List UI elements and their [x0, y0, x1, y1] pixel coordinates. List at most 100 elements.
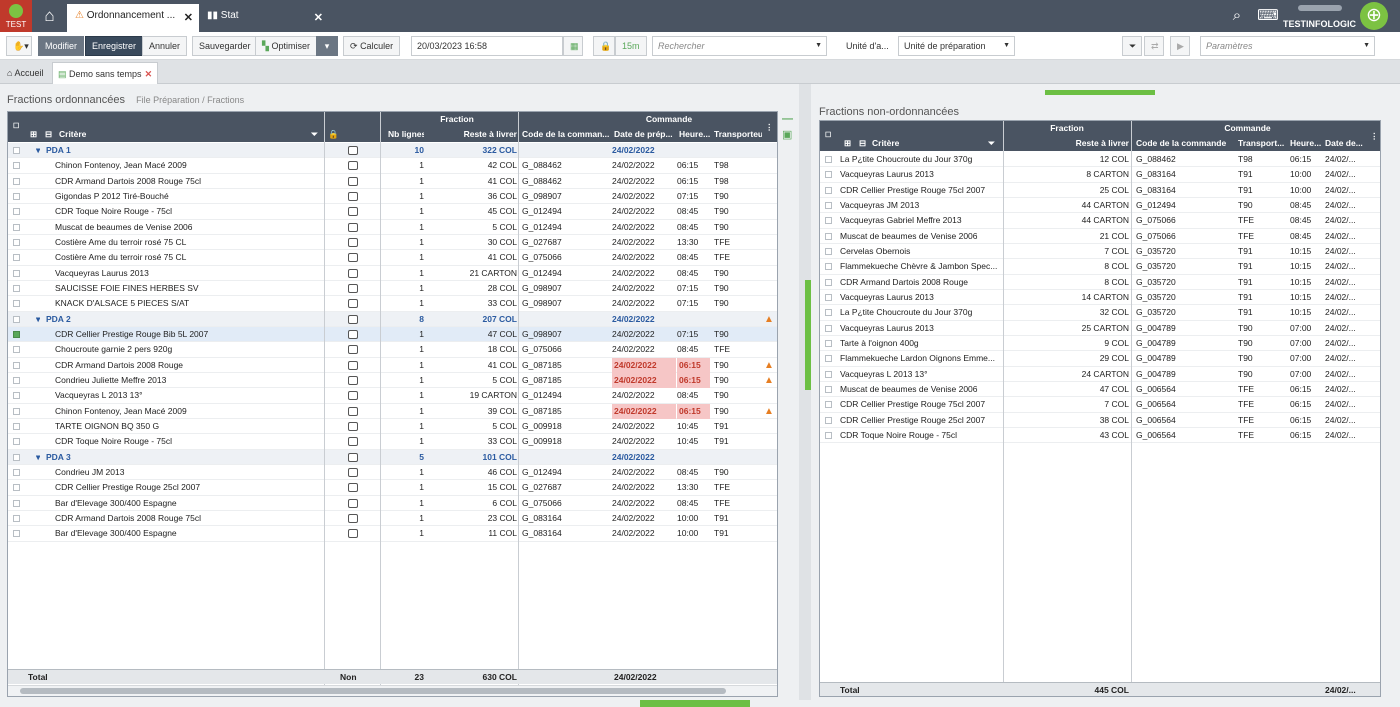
row-checkbox[interactable]: [825, 431, 832, 439]
table-row[interactable]: CDR Toque Noire Rouge - 75cl 43 COL G_0065…: [820, 428, 1380, 444]
table-row[interactable]: KNACK D'ALSACE 5 PIECES S/AT 1 33 COL G_098…: [8, 296, 777, 312]
table-row[interactable]: Chinon Fontenoy, Jean Macé 2009 1 42 COL G_…: [8, 158, 777, 174]
row-checkbox[interactable]: [13, 530, 20, 538]
chevron-down-icon[interactable]: ▾: [36, 450, 40, 465]
table-row[interactable]: Muscat de beaumes de Venise 2006 1 5 COL G_…: [8, 220, 777, 235]
column-nb-lignes[interactable]: Nb lignes: [388, 127, 424, 142]
row-checkbox[interactable]: [13, 468, 20, 476]
table-row[interactable]: CDR Cellier Prestige Rouge Bib 5L 2007 1 4…: [8, 326, 777, 343]
column-code[interactable]: Code de la commande: [1136, 136, 1236, 151]
row-checkbox[interactable]: [13, 407, 20, 415]
lock-checkbox[interactable]: [348, 360, 358, 370]
annuler-button[interactable]: Annuler: [142, 36, 188, 56]
splitter-handle[interactable]: [805, 280, 811, 390]
collapse-all-icon[interactable]: —: [782, 113, 796, 125]
row-checkbox[interactable]: [825, 232, 832, 240]
tab-demo-sans-temps[interactable]: ▤ Demo sans temps ✕: [52, 62, 159, 84]
column-reste[interactable]: Reste à livrer: [436, 127, 517, 142]
lock-checkbox[interactable]: [348, 513, 358, 523]
table-row[interactable]: Bar d'Elevage 300/400 Espagne 1 6 COL G_075…: [8, 496, 777, 511]
row-checkbox[interactable]: [825, 401, 832, 409]
table-row[interactable]: Vacqueyras Laurus 2013 1 21 CARTON G_012494…: [8, 266, 777, 281]
close-tab-icon[interactable]: ✕: [314, 11, 323, 24]
lock-checkbox[interactable]: [348, 268, 358, 278]
lock-checkbox[interactable]: [348, 483, 358, 493]
table-row[interactable]: SAUCISSE FOIE FINES HERBES SV 1 28 COL G_09…: [8, 281, 777, 297]
table-row[interactable]: Vacqueyras Laurus 2013 25 CARTON G_004789 T…: [820, 321, 1380, 336]
select-all-checkbox[interactable]: ☐: [825, 128, 831, 143]
table-row[interactable]: CDR Toque Noire Rouge - 75cl 1 33 COL G_009…: [8, 434, 777, 450]
lock-checkbox[interactable]: [348, 452, 358, 462]
row-checkbox[interactable]: [825, 355, 832, 363]
column-transport[interactable]: Transporteu: [714, 127, 762, 142]
close-icon[interactable]: ✕: [145, 69, 153, 79]
table-row[interactable]: CDR Armand Dartois 2008 Rouge 75cl 1 23 CO…: [8, 511, 777, 527]
table-row[interactable]: CDR Armand Dartois 2008 Rouge 8 COL G_0357…: [820, 275, 1380, 290]
row-checkbox[interactable]: [825, 293, 832, 301]
table-row[interactable]: Choucroute garnie 2 pers 920g 1 18 COL G_07…: [8, 342, 777, 358]
table-row[interactable]: Bar d'Elevage 300/400 Espagne 1 11 COL G_08…: [8, 526, 777, 542]
row-checkbox[interactable]: [825, 385, 832, 393]
table-row[interactable]: La P¿tite Choucroute du Jour 370g 12 COL G…: [820, 152, 1380, 168]
row-checkbox[interactable]: [825, 309, 832, 317]
table-row[interactable]: Chinon Fontenoy, Jean Macé 2009 1 39 COL G_…: [8, 403, 777, 419]
modifier-button[interactable]: Modifier: [38, 36, 85, 56]
horizontal-scrollbar[interactable]: [8, 685, 777, 696]
row-checkbox[interactable]: [825, 217, 832, 225]
group-row[interactable]: ▾ PDA 2 8 207 COL 24/02/2022 ▲: [8, 311, 777, 327]
lock-checkbox[interactable]: [348, 161, 358, 171]
row-checkbox[interactable]: [13, 330, 20, 338]
row-checkbox[interactable]: [13, 376, 20, 384]
column-menu-icon[interactable]: ⋮: [765, 120, 774, 135]
row-checkbox[interactable]: [825, 416, 832, 424]
table-row[interactable]: Muscat de beaumes de Venise 2006 21 COL G_…: [820, 229, 1380, 244]
table-row[interactable]: Muscat de beaumes de Venise 2006 47 COL G_…: [820, 382, 1380, 398]
table-row[interactable]: Flammekueche Chèvre & Jambon Spec... 8 CO…: [820, 259, 1380, 275]
chevron-down-icon[interactable]: ▾: [36, 143, 40, 158]
lock-checkbox[interactable]: [348, 406, 358, 416]
row-checkbox[interactable]: [13, 453, 20, 461]
date-input[interactable]: 20/03/2023 16:58: [411, 36, 563, 56]
column-critere[interactable]: Critère: [872, 136, 899, 151]
table-row[interactable]: Vacqueyras Laurus 2013 14 CARTON G_035720 T…: [820, 290, 1380, 306]
calendar-icon[interactable]: ▦: [563, 36, 583, 56]
row-checkbox[interactable]: [13, 499, 20, 507]
row-checkbox[interactable]: [825, 247, 832, 255]
tab-stat[interactable]: ▮▮ Stat ✕: [199, 4, 329, 32]
search-input[interactable]: Rechercher ▼: [652, 36, 827, 56]
lock-icon[interactable]: 🔒: [328, 127, 339, 142]
row-checkbox[interactable]: [825, 156, 832, 163]
table-row[interactable]: CDR Toque Noire Rouge - 75cl 1 45 COL G_012…: [8, 204, 777, 220]
lock-checkbox[interactable]: [348, 345, 358, 355]
lock-checkbox[interactable]: [348, 329, 358, 339]
table-row[interactable]: Vacqueyras JM 2013 44 CARTON G_012494 T90 08…: [820, 198, 1380, 214]
bottom-handle[interactable]: [640, 700, 750, 707]
optimiser-dropdown[interactable]: ▾: [316, 36, 338, 56]
enregistrer-button[interactable]: Enregistrer: [85, 36, 144, 56]
table-row[interactable]: Flammekueche Lardon Oignons Emme... 29 CO…: [820, 351, 1380, 367]
table-row[interactable]: CDR Armand Dartois 2008 Rouge 1 41 COL G_08…: [8, 357, 777, 373]
lock-checkbox[interactable]: [348, 314, 358, 324]
lock-checkbox[interactable]: [348, 237, 358, 247]
globe-icon[interactable]: ⊕: [1360, 2, 1388, 30]
params-select[interactable]: Paramètres ▼: [1200, 36, 1375, 56]
lock-checkbox[interactable]: [348, 529, 358, 539]
row-checkbox[interactable]: [825, 324, 832, 332]
table-row[interactable]: Costière Ame du terroir rosé 75 CL 1 30 CO…: [8, 235, 777, 251]
table-row[interactable]: CDR Cellier Prestige Rouge 75cl 2007 25 C…: [820, 183, 1380, 198]
row-checkbox[interactable]: [13, 177, 20, 185]
row-checkbox[interactable]: [13, 514, 20, 522]
table-row[interactable]: Cervelas Obernois 7 COL G_035720 T91 10:15 24…: [820, 244, 1380, 260]
table-row[interactable]: Condrieu Juliette Meffre 2013 1 5 COL G_087…: [8, 372, 777, 389]
column-date[interactable]: Date de...: [1325, 136, 1363, 151]
table-row[interactable]: TARTE OIGNON BQ 350 G 1 5 COL G_009918 24/02…: [8, 419, 777, 435]
filter-icon[interactable]: ⏷: [311, 127, 318, 142]
row-checkbox[interactable]: [825, 201, 832, 209]
sync-icon[interactable]: ⇄: [1144, 36, 1164, 56]
vertical-splitter[interactable]: [799, 84, 811, 700]
lock-checkbox[interactable]: [348, 375, 358, 385]
search-icon[interactable]: ⌕: [1220, 0, 1254, 32]
table-row[interactable]: La P¿tite Choucroute du Jour 370g 32 COL G…: [820, 305, 1380, 321]
optimiser-button[interactable]: ▚ Optimiser: [255, 36, 317, 56]
lock-checkbox[interactable]: [348, 283, 358, 293]
